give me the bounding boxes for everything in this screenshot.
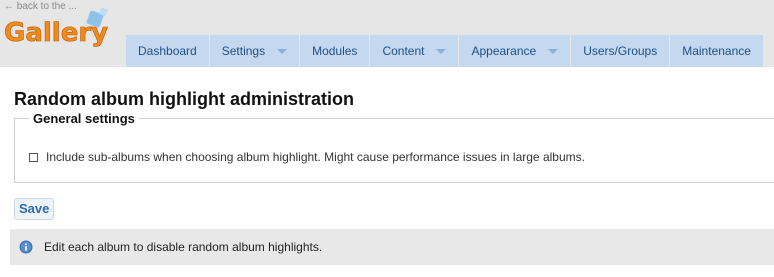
include-subalbums-option: Include sub-albums when choosing album h… bbox=[29, 150, 585, 164]
gallery-logo[interactable]: Gallery bbox=[4, 8, 110, 52]
page-title: Random album highlight administration bbox=[14, 89, 354, 109]
nav-label: Modules bbox=[312, 44, 358, 58]
info-icon bbox=[19, 240, 33, 254]
info-message: Edit each album to disable random album … bbox=[10, 229, 774, 265]
nav-label: Maintenance bbox=[682, 44, 751, 58]
nav-settings[interactable]: Settings bbox=[209, 35, 301, 67]
nav-label: Content bbox=[382, 44, 425, 58]
nav-content[interactable]: Content bbox=[370, 35, 460, 67]
info-message-text: Edit each album to disable random album … bbox=[44, 240, 323, 254]
admin-nav: Dashboard Settings Modules Content Appea… bbox=[126, 35, 764, 67]
nav-label: Settings bbox=[221, 44, 266, 58]
nav-dashboard[interactable]: Dashboard bbox=[126, 35, 210, 67]
chevron-down-icon bbox=[277, 48, 288, 54]
admin-header: ← back to the ... Gallery Dashboard Sett… bbox=[0, 0, 774, 67]
nav-appearance[interactable]: Appearance bbox=[459, 35, 572, 67]
nav-users-groups[interactable]: Users/Groups bbox=[571, 35, 671, 67]
nav-label: Users/Groups bbox=[583, 44, 658, 58]
nav-maintenance[interactable]: Maintenance bbox=[670, 35, 764, 67]
include-subalbums-checkbox[interactable] bbox=[29, 152, 38, 162]
chevron-down-icon bbox=[548, 48, 559, 54]
include-subalbums-label[interactable]: Include sub-albums when choosing album h… bbox=[46, 150, 585, 164]
gallery-logo-text: Gallery bbox=[4, 18, 108, 48]
nav-label: Appearance bbox=[471, 44, 537, 58]
nav-label: Dashboard bbox=[138, 44, 197, 58]
chevron-down-icon bbox=[436, 48, 447, 54]
fieldset-legend: General settings bbox=[33, 111, 135, 126]
save-button[interactable]: Save bbox=[14, 198, 55, 220]
nav-modules[interactable]: Modules bbox=[300, 35, 371, 67]
general-settings-fieldset: General settings Include sub-albums when… bbox=[14, 111, 774, 183]
